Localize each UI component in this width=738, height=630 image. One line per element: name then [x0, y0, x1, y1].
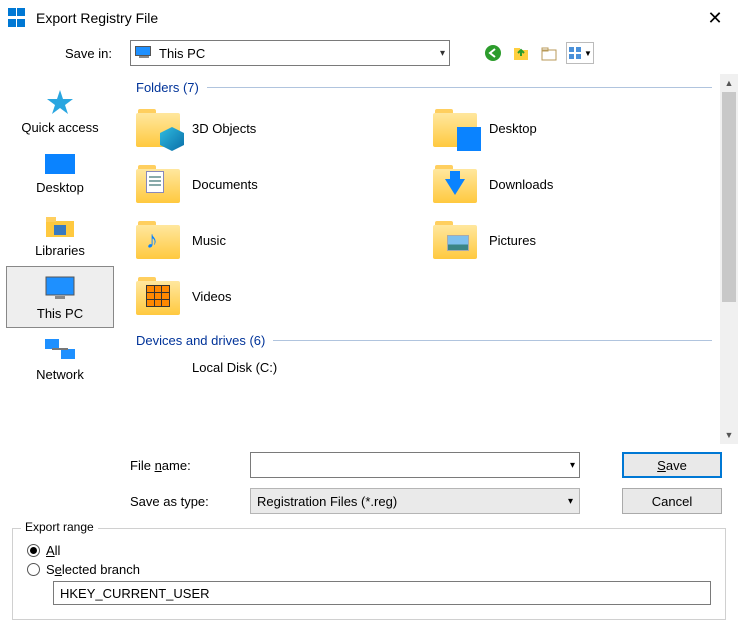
- new-folder-icon[interactable]: [538, 42, 560, 64]
- libraries-icon: [44, 213, 76, 239]
- save-as-type-dropdown[interactable]: Registration Files (*.reg) ▾: [250, 488, 580, 514]
- desktop-icon: [43, 152, 77, 176]
- drives-section-header: Devices and drives (6) ⌃: [136, 333, 730, 348]
- folder-3d-objects[interactable]: 3D Objects: [136, 109, 433, 147]
- save-as-type-label: Save as type:: [130, 494, 250, 509]
- drive-label: Local Disk (C:): [192, 360, 277, 375]
- network-icon: [43, 337, 77, 363]
- folder-label: Music: [192, 233, 226, 248]
- save-in-label: Save in:: [12, 46, 122, 61]
- radio-icon: [27, 544, 40, 557]
- folder-label: Documents: [192, 177, 258, 192]
- folder-desktop[interactable]: Desktop: [433, 109, 730, 147]
- drives-list: Local Disk (C:): [136, 354, 730, 381]
- toolbar: Save in: This PC ▾ ▼: [0, 36, 738, 74]
- folder-label: Downloads: [489, 177, 553, 192]
- sidebar-item-desktop[interactable]: Desktop: [6, 142, 114, 204]
- folder-downloads[interactable]: Downloads: [433, 165, 730, 203]
- filename-input[interactable]: ▾: [250, 452, 580, 478]
- regedit-icon: [8, 8, 28, 28]
- sidebar-item-label: Libraries: [35, 243, 85, 258]
- radio-all[interactable]: All: [27, 543, 711, 558]
- pictures-icon: [447, 235, 469, 251]
- chevron-down-icon: ▾: [568, 496, 573, 507]
- chevron-down-icon: ▾: [440, 48, 445, 59]
- sidebar-item-label: This PC: [37, 306, 83, 321]
- downloads-icon: [445, 179, 465, 195]
- window-title: Export Registry File: [36, 10, 700, 26]
- music-icon: ♪: [146, 227, 158, 255]
- sidebar-item-label: Quick access: [21, 120, 98, 135]
- this-pc-icon: [135, 46, 153, 60]
- scroll-thumb[interactable]: [722, 92, 736, 302]
- folder-music[interactable]: ♪ Music: [136, 221, 433, 259]
- titlebar: Export Registry File ✕: [0, 0, 738, 36]
- sidebar-item-network[interactable]: Network: [6, 328, 114, 390]
- folder-pictures[interactable]: Pictures: [433, 221, 730, 259]
- file-list-pane: Folders (7) ⌃ 3D Objects Desktop Documen…: [120, 74, 738, 444]
- folder-documents[interactable]: Documents: [136, 165, 433, 203]
- folder-label: Videos: [192, 289, 232, 304]
- chevron-down-icon: ▾: [570, 460, 575, 471]
- cancel-button[interactable]: Cancel: [622, 488, 722, 514]
- desktop-folder-icon: [457, 127, 481, 151]
- this-pc-icon: [42, 274, 78, 302]
- export-range-legend: Export range: [21, 520, 98, 534]
- sidebar-item-label: Desktop: [36, 180, 84, 195]
- branch-path-value: HKEY_CURRENT_USER: [60, 586, 210, 601]
- file-fields: File name: ▾ Save Save as type: Registra…: [0, 444, 738, 522]
- scrollbar[interactable]: ▲ ▼: [720, 74, 738, 444]
- save-button[interactable]: Save: [622, 452, 722, 478]
- save-as-type-value: Registration Files (*.reg): [257, 494, 397, 509]
- folders-header-text: Folders (7): [136, 80, 199, 95]
- radio-selected-label: Selected branch: [46, 562, 140, 577]
- save-in-value: This PC: [159, 46, 440, 61]
- folder-label: Desktop: [489, 121, 537, 136]
- radio-selected-branch[interactable]: Selected branch: [27, 562, 711, 577]
- drives-header-text: Devices and drives (6): [136, 333, 265, 348]
- places-sidebar: Quick access Desktop Libraries This PC N…: [0, 74, 120, 444]
- sidebar-item-this-pc[interactable]: This PC: [6, 266, 114, 328]
- folders-section-header: Folders (7) ⌃: [136, 80, 730, 95]
- folder-videos[interactable]: Videos: [136, 277, 433, 315]
- videos-icon: [146, 285, 170, 307]
- filename-label: File name:: [130, 458, 250, 473]
- save-in-dropdown[interactable]: This PC ▾: [130, 40, 450, 66]
- folder-grid: 3D Objects Desktop Documents Downloads ♪…: [136, 101, 730, 327]
- quick-access-icon: [45, 88, 75, 116]
- sidebar-item-quick-access[interactable]: Quick access: [6, 80, 114, 142]
- sidebar-item-label: Network: [36, 367, 84, 382]
- folder-label: Pictures: [489, 233, 536, 248]
- export-dialog: Export Registry File ✕ Save in: This PC …: [0, 0, 738, 630]
- drive-local-c[interactable]: Local Disk (C:): [136, 358, 730, 377]
- scroll-up-icon[interactable]: ▲: [720, 74, 738, 92]
- documents-icon: [146, 171, 164, 193]
- scroll-down-icon[interactable]: ▼: [720, 426, 738, 444]
- radio-icon: [27, 563, 40, 576]
- view-menu-icon[interactable]: ▼: [566, 42, 594, 64]
- branch-path-input[interactable]: HKEY_CURRENT_USER: [53, 581, 711, 605]
- back-icon[interactable]: [482, 42, 504, 64]
- dialog-body: Quick access Desktop Libraries This PC N…: [0, 74, 738, 444]
- toolbar-icons: ▼: [482, 42, 594, 64]
- up-folder-icon[interactable]: [510, 42, 532, 64]
- export-range-group: Export range All Selected branch HKEY_CU…: [12, 528, 726, 620]
- sidebar-item-libraries[interactable]: Libraries: [6, 204, 114, 266]
- folder-label: 3D Objects: [192, 121, 256, 136]
- close-button[interactable]: ✕: [700, 8, 730, 29]
- radio-all-label: All: [46, 543, 60, 558]
